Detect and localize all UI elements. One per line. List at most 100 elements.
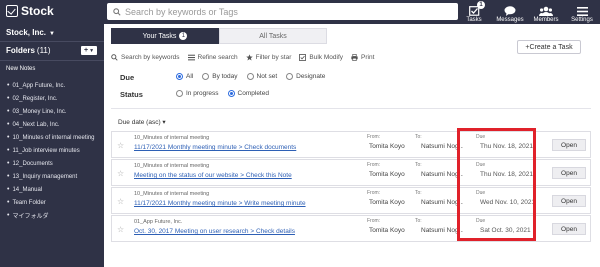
app-name: Stock (21, 4, 54, 18)
checkbox-icon (299, 54, 307, 61)
status-option-label: Completed (237, 90, 269, 97)
add-folder-button[interactable]: + ▼ (81, 46, 97, 55)
radio-icon (286, 73, 294, 80)
task-title-link[interactable]: Oct. 30, 2017 Meeting on user research >… (134, 228, 295, 235)
task-title-link[interactable]: Meeting on the status of our website > C… (134, 172, 292, 179)
task-folder: 01_App Future, Inc. (134, 219, 183, 225)
open-task-button[interactable]: Open (552, 195, 586, 207)
team-selector[interactable]: Stock, Inc. ▼ (6, 28, 55, 37)
status-option-in-progress[interactable]: In progress (176, 90, 219, 97)
tab-your-tasks-label: Your Tasks (142, 32, 177, 40)
to-label: To: (415, 162, 422, 168)
tab-your-tasks[interactable]: Your Tasks 1 (111, 28, 219, 44)
task-title-link[interactable]: 11/17/2021 Monthly meeting minute > Chec… (134, 144, 296, 151)
folder-label: 04_Next Lab, Inc. (12, 121, 60, 128)
star-icon[interactable]: ☆ (117, 141, 124, 150)
filter-by-star-button[interactable]: Filter by star (245, 54, 292, 61)
refine-search-button[interactable]: Refine search (187, 54, 238, 61)
folders-header: Folders (11) (6, 46, 51, 55)
print-button[interactable]: Print (351, 54, 374, 61)
status-option-label: In progress (186, 90, 219, 97)
tab-all-tasks[interactable]: All Tasks (219, 28, 327, 44)
search-keywords-button[interactable]: Search by keywords (111, 54, 180, 61)
due-option-not-set[interactable]: Not set (246, 73, 278, 80)
to-label: To: (415, 190, 422, 196)
radio-selected-icon (176, 73, 183, 80)
sidebar-folder-item[interactable]: • 03_Money Line, Inc. (0, 105, 104, 118)
sidebar-divider (0, 60, 104, 61)
create-task-button[interactable]: +Create a Task (517, 40, 581, 54)
due-option-label: All (186, 73, 194, 80)
team-name: Stock, Inc. (6, 28, 47, 37)
task-from: Tomita Koyo (369, 143, 405, 150)
folders-count: (11) (36, 46, 51, 55)
sidebar-folder-item[interactable]: • 10_Minutes of internal meeting (0, 131, 104, 144)
due-option-designate[interactable]: Designate (286, 73, 325, 80)
bullet-icon: • (7, 147, 10, 154)
open-task-button[interactable]: Open (552, 223, 586, 235)
task-from: Tomita Koyo (369, 199, 405, 206)
nav-messages[interactable]: Messages (492, 0, 528, 24)
star-icon[interactable]: ☆ (117, 225, 124, 234)
bulk-modify-button[interactable]: Bulk Modify (299, 54, 343, 61)
sidebar-folder-item[interactable]: • 12_Documents (0, 157, 104, 170)
top-nav-bar: Stock 1 Tasks Messages Members Settings (0, 0, 600, 24)
radio-icon (202, 73, 210, 80)
task-from: Tomita Koyo (369, 227, 405, 234)
star-icon[interactable]: ☆ (117, 169, 124, 178)
chevron-down-icon: ▼ (49, 31, 55, 37)
bullet-icon: • (7, 82, 10, 89)
open-task-button[interactable]: Open (552, 167, 586, 179)
search-icon (111, 54, 118, 61)
nav-members[interactable]: Members (528, 0, 564, 24)
sidebar-folder-item[interactable]: • 01_App Future, Inc. (0, 79, 104, 92)
due-option-all[interactable]: All (176, 73, 193, 80)
sidebar-folder-item[interactable]: • 13_Inquiry management (0, 170, 104, 183)
to-label: To: (415, 218, 422, 224)
task-title-link[interactable]: 11/17/2021 Monthly meeting minute > Writ… (134, 200, 306, 207)
nav-tasks-label: Tasks (466, 17, 482, 23)
tab-all-tasks-label: All Tasks (259, 32, 287, 40)
nav-settings[interactable]: Settings (564, 0, 600, 24)
folder-label: 01_App Future, Inc. (12, 82, 66, 89)
nav-messages-label: Messages (496, 17, 524, 23)
stock-check-icon (6, 5, 18, 17)
open-task-button[interactable]: Open (552, 139, 586, 151)
nav-tasks[interactable]: 1 Tasks (456, 0, 492, 24)
sidebar-folder-item[interactable]: • 11_Job interview minutes (0, 144, 104, 157)
folder-label: 11_Job interview minutes (12, 147, 80, 154)
bullet-icon: • (7, 160, 10, 167)
sidebar-folder-item[interactable]: • マイフォルダ (0, 209, 104, 222)
star-icon[interactable]: ☆ (117, 197, 124, 206)
sidebar-folder-item[interactable]: • Team Folder (0, 196, 104, 209)
from-label: From: (367, 162, 381, 168)
due-option-by-today[interactable]: By today (202, 73, 238, 80)
list-icon (187, 54, 195, 61)
filter-by-star-label: Filter by star (255, 54, 292, 61)
tasks-badge: 1 (477, 1, 485, 9)
folder-label: 02_Register, Inc. (12, 95, 58, 102)
app-logo[interactable]: Stock (6, 4, 54, 18)
sort-dropdown[interactable]: Due date (asc) ▾ (118, 118, 166, 126)
folder-label: Team Folder (12, 199, 46, 206)
bullet-icon: • (7, 95, 10, 102)
new-notes-link[interactable]: New Notes (6, 66, 35, 72)
status-option-completed[interactable]: Completed (227, 90, 269, 97)
status-filter-options: In progress Completed (176, 90, 278, 97)
folder-label: 12_Documents (12, 160, 53, 167)
folder-label: マイフォルダ (12, 214, 49, 220)
nav-members-label: Members (533, 17, 559, 23)
from-label: From: (367, 134, 381, 140)
sidebar-folder-item[interactable]: • 04_Next Lab, Inc. (0, 118, 104, 131)
folder-label: 13_Inquiry management (12, 173, 78, 180)
due-filter-label: Due (120, 73, 135, 82)
sidebar-folder-item[interactable]: • 02_Register, Inc. (0, 92, 104, 105)
search-input[interactable] (125, 6, 445, 17)
due-option-label: Not set (256, 73, 278, 80)
radio-selected-icon (227, 90, 235, 97)
task-folder: 10_Minutes of internal meeting (134, 135, 210, 141)
bullet-icon: • (7, 173, 10, 180)
print-label: Print (361, 54, 375, 61)
sidebar-folder-item[interactable]: • 14_Manual (0, 183, 104, 196)
global-search[interactable] (107, 3, 458, 20)
